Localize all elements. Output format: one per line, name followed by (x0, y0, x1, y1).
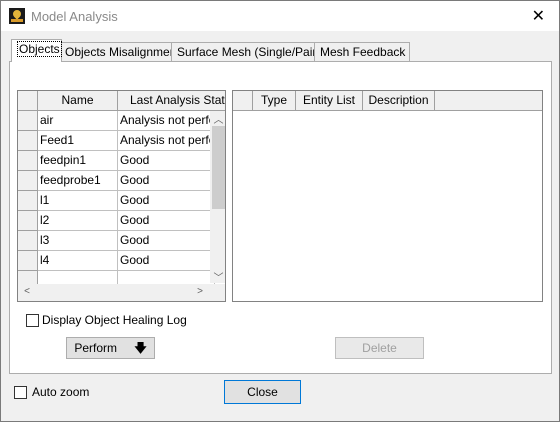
scroll-up-icon[interactable]: ︿ (210, 111, 225, 126)
object-name-cell[interactable]: feedprobe1 (38, 171, 118, 191)
object-name-cell[interactable]: feedpin1 (38, 151, 118, 171)
object-name-cell[interactable]: Feed1 (38, 131, 118, 151)
analysis-status-cell[interactable]: Good (118, 171, 215, 191)
column-header-description[interactable]: Description (363, 91, 435, 111)
tab-surface-mesh[interactable]: Surface Mesh (Single/Pairs) (171, 42, 326, 61)
scroll-left-icon[interactable]: < (21, 286, 33, 299)
close-button[interactable]: Close (224, 380, 301, 404)
analysis-status-cell[interactable]: Good (118, 251, 215, 271)
scroll-thumb[interactable] (212, 126, 225, 209)
title-bar: Model Analysis ✕ (1, 1, 559, 31)
analysis-status-cell[interactable]: Analysis not performed (118, 111, 215, 131)
auto-zoom-checkbox[interactable] (14, 386, 27, 399)
perform-button[interactable]: Perform 🡇 (66, 337, 155, 359)
model-analysis-dialog: Model Analysis ✕ Name Last Analysis Stat… (0, 0, 560, 422)
analysis-status-cell[interactable]: Good (118, 151, 215, 171)
scroll-right-icon[interactable]: > (194, 286, 206, 299)
object-name-cell[interactable]: l4 (38, 251, 118, 271)
analysis-status-cell[interactable]: Good (118, 191, 215, 211)
perform-button-label: Perform (74, 341, 117, 355)
row-header[interactable] (18, 231, 38, 251)
objects-horizontal-scrollbar[interactable]: < > (18, 284, 225, 301)
object-name-cell[interactable]: l3 (38, 231, 118, 251)
row-header[interactable] (18, 171, 38, 191)
column-header-entity-list[interactable]: Entity List (296, 91, 363, 111)
tab-objects[interactable]: Objects (11, 39, 62, 62)
auto-zoom-label: Auto zoom (32, 385, 90, 399)
objects-tab-panel: Name Last Analysis Status airAnalysis no… (9, 61, 552, 374)
display-healing-log-checkbox[interactable] (26, 314, 39, 327)
column-header-status[interactable]: Last Analysis Status (118, 91, 225, 111)
objects-table: Name Last Analysis Status airAnalysis no… (17, 90, 226, 302)
object-name-cell[interactable]: l1 (38, 191, 118, 211)
results-table: Type Entity List Description (232, 90, 543, 302)
column-header-filler (435, 91, 542, 111)
row-header[interactable] (18, 131, 38, 151)
analysis-status-cell[interactable]: Analysis not performed (118, 131, 215, 151)
analysis-status-cell[interactable]: Good (118, 211, 215, 231)
delete-button[interactable]: Delete (335, 337, 424, 359)
window-title: Model Analysis (31, 9, 118, 24)
tab-objects-label: Objects (17, 41, 62, 57)
row-header[interactable] (18, 251, 38, 271)
row-header[interactable] (18, 111, 38, 131)
app-logo-icon (9, 8, 25, 24)
scroll-down-icon[interactable]: ﹀ (210, 269, 225, 284)
row-header[interactable] (18, 151, 38, 171)
tab-objects-misalignment[interactable]: Objects Misalignment (59, 42, 180, 61)
dropdown-arrow-icon: 🡇 (134, 341, 147, 355)
objects-vertical-scrollbar[interactable]: ︿ ﹀ (210, 111, 225, 284)
table-corner (18, 91, 38, 111)
tab-mesh-feedback[interactable]: Mesh Feedback (314, 42, 410, 61)
table-corner (233, 91, 253, 111)
row-header[interactable] (18, 211, 38, 231)
analysis-status-cell[interactable]: Good (118, 231, 215, 251)
row-header[interactable] (18, 191, 38, 211)
object-name-cell[interactable]: l2 (38, 211, 118, 231)
column-header-name[interactable]: Name (38, 91, 118, 111)
object-name-cell[interactable]: air (38, 111, 118, 131)
close-icon[interactable]: ✕ (532, 6, 545, 26)
display-healing-log-label: Display Object Healing Log (42, 313, 187, 327)
column-header-type[interactable]: Type (253, 91, 296, 111)
